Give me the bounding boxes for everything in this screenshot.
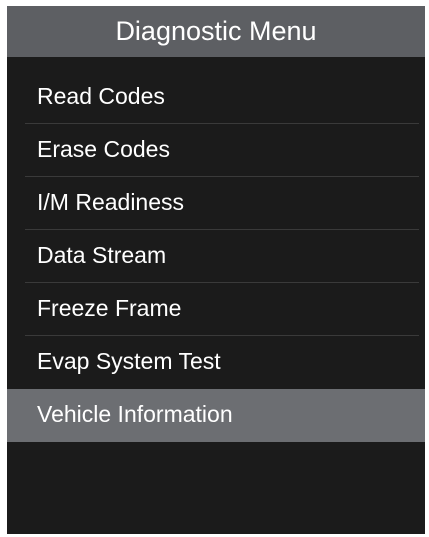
menu-item-vehicle-information[interactable]: Vehicle Information <box>7 389 425 442</box>
menu-item-erase-codes[interactable]: Erase Codes <box>7 124 425 177</box>
page-title: Diagnostic Menu <box>7 6 425 57</box>
menu-item-evap-system-test[interactable]: Evap System Test <box>7 336 425 389</box>
menu-item-im-readiness[interactable]: I/M Readiness <box>7 177 425 230</box>
menu-item-read-codes[interactable]: Read Codes <box>7 71 425 124</box>
diagnostic-screen: Diagnostic Menu Read Codes Erase Codes I… <box>7 6 425 534</box>
menu-item-freeze-frame[interactable]: Freeze Frame <box>7 283 425 336</box>
diagnostic-menu: Read Codes Erase Codes I/M Readiness Dat… <box>7 71 425 442</box>
menu-item-data-stream[interactable]: Data Stream <box>7 230 425 283</box>
